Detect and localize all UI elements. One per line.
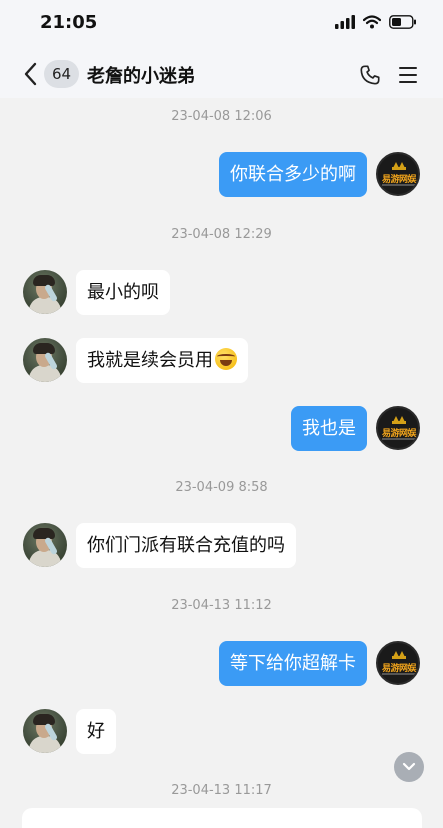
contact-avatar[interactable]: [23, 270, 67, 314]
battery-icon: [389, 15, 416, 29]
signal-icon: [335, 15, 355, 29]
timestamp: 23-04-13 11:12: [171, 598, 272, 613]
laughing-emoji-icon: [215, 348, 237, 370]
phone-icon: [360, 65, 380, 85]
message-bubble-incoming[interactable]: 我就是续会员用: [76, 338, 248, 383]
menu-icon: [399, 67, 417, 69]
message-list[interactable]: 23-04-08 12:06 你联合多少的啊 易游网娱 23-04-08 12:…: [0, 98, 443, 828]
wifi-icon: [363, 15, 381, 29]
message-bubble-incoming[interactable]: 最小的呗: [76, 270, 170, 315]
status-icons: [335, 15, 417, 29]
chat-title: 老詹的小迷弟: [87, 66, 195, 87]
message-bubble-outgoing[interactable]: 你联合多少的啊: [219, 152, 367, 197]
timestamp: 23-04-13 11:17: [171, 783, 272, 798]
chevron-down-icon: [402, 762, 416, 771]
more-menu-button[interactable]: [395, 62, 421, 88]
my-avatar[interactable]: 易游网娱: [376, 152, 420, 196]
message-input-area[interactable]: [22, 808, 422, 828]
timestamp: 23-04-08 12:06: [171, 109, 272, 124]
contact-avatar[interactable]: [23, 523, 67, 567]
message-bubble-outgoing[interactable]: 等下给你超解卡: [219, 641, 367, 686]
back-button[interactable]: [18, 60, 42, 88]
timestamp: 23-04-08 12:29: [171, 227, 272, 242]
contact-avatar[interactable]: [23, 338, 67, 382]
unread-count-badge[interactable]: 64: [44, 60, 80, 88]
message-bubble-outgoing[interactable]: 我也是: [291, 406, 367, 451]
status-bar: 21:05: [0, 0, 443, 50]
status-time: 21:05: [40, 12, 98, 33]
timestamp: 23-04-09 8:58: [175, 480, 268, 495]
message-bubble-incoming[interactable]: 你们门派有联合充值的吗: [76, 523, 296, 568]
voice-call-button[interactable]: [357, 62, 383, 88]
my-avatar[interactable]: 易游网娱: [376, 406, 420, 450]
chat-header: 64 老詹的小迷弟: [0, 50, 443, 98]
contact-avatar[interactable]: [23, 709, 67, 753]
message-text: 我就是续会员用: [87, 350, 213, 371]
message-bubble-incoming[interactable]: 好: [76, 709, 116, 754]
my-avatar[interactable]: 易游网娱: [376, 641, 420, 685]
back-icon: [24, 62, 37, 86]
scroll-to-bottom-button[interactable]: [394, 752, 424, 782]
